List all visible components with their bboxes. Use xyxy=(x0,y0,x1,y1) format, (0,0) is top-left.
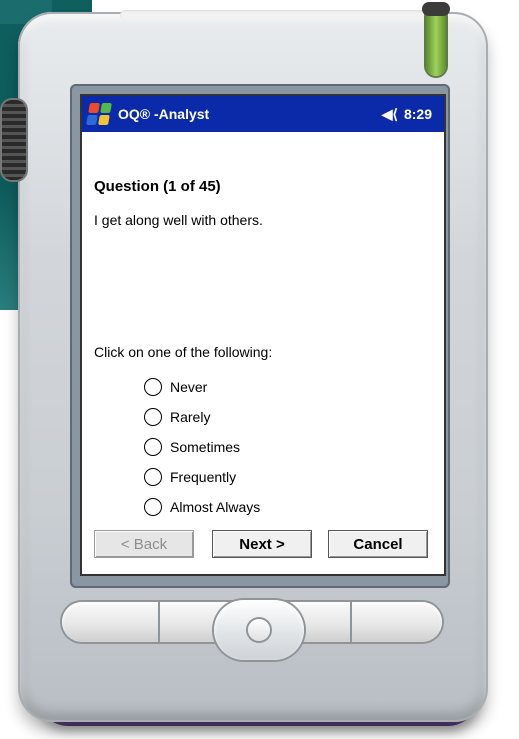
stylus-cap xyxy=(422,2,450,16)
hardware-buttons xyxy=(62,598,456,668)
radio-button[interactable] xyxy=(144,498,162,516)
question-text: I get along well with others. xyxy=(94,212,263,228)
windows-flag-icon[interactable] xyxy=(86,103,112,125)
radio-button[interactable] xyxy=(144,408,162,426)
content-area: Question (1 of 45) I get along well with… xyxy=(82,132,444,574)
stylus[interactable] xyxy=(426,6,446,76)
clock[interactable]: 8:29 xyxy=(404,106,432,122)
title-bar: OQ® -Analyst ◀⟨ 8:29 xyxy=(82,96,444,132)
back-button[interactable]: < Back xyxy=(94,530,194,558)
option-label: Rarely xyxy=(170,409,211,425)
side-scroll-wheel[interactable] xyxy=(2,100,26,180)
speaker-icon[interactable]: ◀⟨ xyxy=(382,106,398,123)
option-rarely[interactable]: Rarely xyxy=(144,402,394,432)
option-never[interactable]: Never xyxy=(144,372,394,402)
device-top-bar xyxy=(120,10,440,20)
radio-button[interactable] xyxy=(144,378,162,396)
app-title: OQ® -Analyst xyxy=(118,106,210,122)
navigation-buttons: < Back Next > Cancel xyxy=(94,530,434,558)
option-label: Almost Always xyxy=(170,499,261,515)
hardware-button-divider xyxy=(158,602,160,642)
option-sometimes[interactable]: Sometimes xyxy=(144,432,394,462)
directional-pad[interactable] xyxy=(214,600,304,660)
answer-options: Never Rarely Sometimes Frequently Almost… xyxy=(144,372,394,522)
option-label: Never xyxy=(170,379,208,395)
radio-button[interactable] xyxy=(144,468,162,486)
option-almost-always[interactable]: Almost Always xyxy=(144,492,394,522)
hardware-button-divider xyxy=(350,602,352,642)
cancel-button[interactable]: Cancel xyxy=(328,530,428,558)
next-button[interactable]: Next > xyxy=(212,530,312,558)
option-label: Sometimes xyxy=(170,439,241,455)
option-frequently[interactable]: Frequently xyxy=(144,462,394,492)
screen: OQ® -Analyst ◀⟨ 8:29 Question (1 of 45) … xyxy=(80,94,446,576)
dpad-center-button[interactable] xyxy=(248,619,270,641)
question-heading: Question (1 of 45) xyxy=(94,178,221,195)
instructions: Click on one of the following: xyxy=(94,344,273,360)
option-label: Frequently xyxy=(170,469,237,485)
radio-button[interactable] xyxy=(144,438,162,456)
